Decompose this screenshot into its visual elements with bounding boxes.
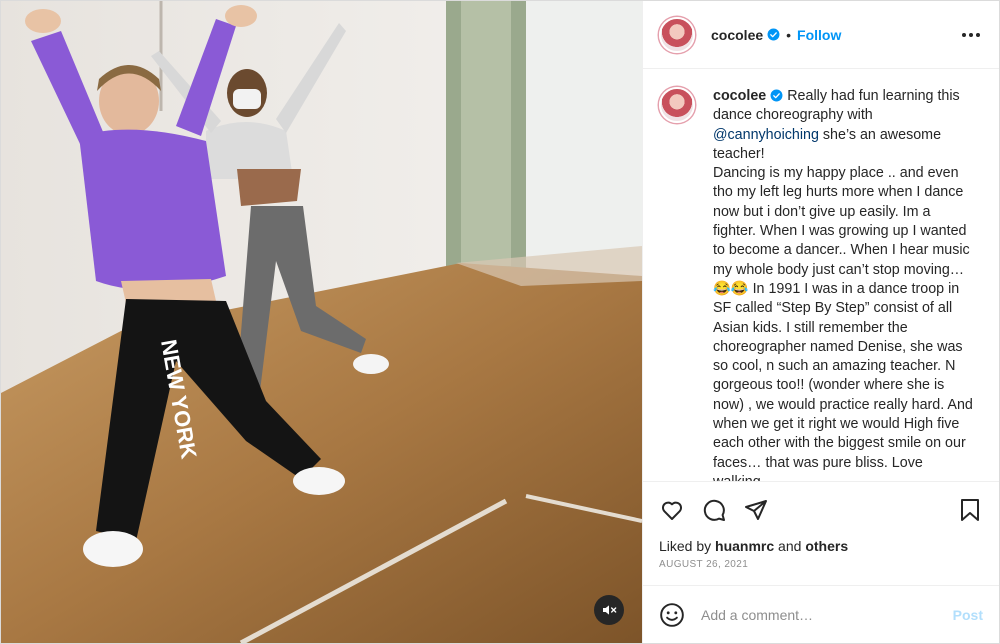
heart-icon [661, 501, 683, 520]
verified-badge-icon [770, 89, 783, 102]
caption-username[interactable]: cocolee [713, 88, 766, 104]
likes-middle: and [774, 538, 806, 554]
post-date[interactable]: AUGUST 26, 2021 [643, 555, 999, 570]
mute-button[interactable] [594, 595, 624, 625]
comment-icon [703, 499, 725, 521]
likes-others-link[interactable]: others [805, 538, 848, 554]
more-horizontal-icon [962, 32, 980, 37]
liked-by-user-link[interactable]: huanmrc [715, 538, 774, 554]
speaker-muted-icon [603, 605, 617, 615]
post-side-panel: cocolee • Follow cocolee Really had fun … [642, 1, 999, 643]
like-button[interactable] [659, 497, 685, 523]
post-header: cocolee • Follow [643, 1, 999, 69]
header-username[interactable]: cocolee [711, 27, 763, 43]
caption-body-1: she’s an awesome teacher! Dancing is my … [713, 126, 970, 278]
caption-mention-link[interactable]: @cannyhoiching [713, 127, 819, 143]
caption-section: cocolee Really had fun learning this dan… [643, 69, 999, 482]
post-dialog: NEW YORK cocolee • Follow cocolee Really… [0, 0, 1000, 644]
more-options-button[interactable] [959, 23, 983, 47]
verified-badge-icon [767, 28, 780, 41]
header-separator: • [786, 26, 792, 43]
smiley-icon[interactable] [659, 602, 685, 628]
post-video[interactable]: NEW YORK [1, 1, 642, 643]
caption-body-2: In 1991 I was in a dance troop in SF cal… [713, 280, 977, 482]
caption-emoji: 😂😂 [713, 280, 749, 297]
post-comment-button[interactable]: Post [953, 607, 983, 623]
likes-prefix: Liked by [659, 538, 716, 554]
follow-button[interactable]: Follow [797, 27, 841, 43]
comment-input[interactable] [701, 606, 953, 623]
comment-bar: Post [643, 585, 999, 643]
likes-summary: Liked by huanmrc and others [643, 537, 999, 555]
share-icon [745, 499, 767, 520]
share-button[interactable] [743, 497, 769, 523]
avatar[interactable] [659, 16, 695, 53]
video-frame: NEW YORK [1, 1, 642, 643]
comment-button[interactable] [701, 497, 727, 523]
save-button[interactable] [957, 497, 983, 523]
action-bar [643, 482, 999, 537]
caption-text: cocolee Really had fun learning this dan… [713, 87, 973, 481]
caption-avatar[interactable] [659, 87, 695, 123]
bookmark-icon [961, 498, 979, 521]
